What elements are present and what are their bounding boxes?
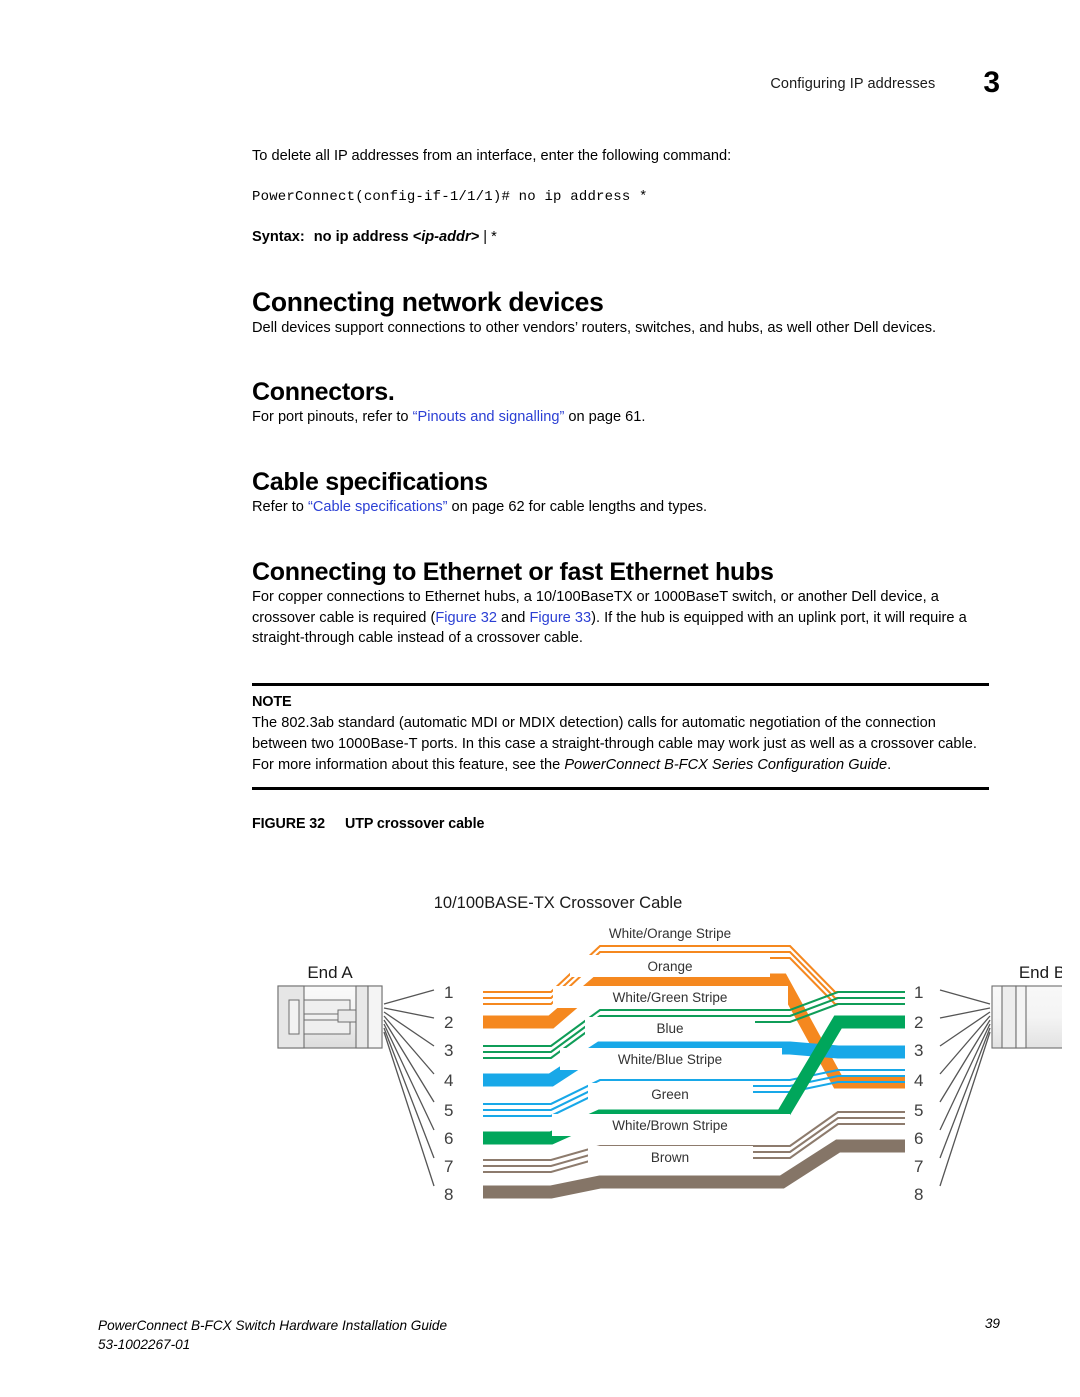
paragraph-connecting-to-hubs: For copper connections to Ethernet hubs,… [252,587,989,649]
pin-right-5: 5 [914,1101,923,1120]
syntax-tail: | * [483,228,497,245]
link-pinouts-and-signalling[interactable]: “Pinouts and signalling” [413,409,565,425]
wire-label-5: Green [651,1087,689,1102]
figure-caption: FIGURE 32 UTP crossover cable [252,816,989,832]
end-a-label: End A [307,963,353,982]
pin-right-7: 7 [914,1157,923,1176]
wire-label-1: Orange [647,959,692,974]
figure-caption-number: FIGURE 32 [252,815,325,832]
heading-connecting-to-ethernet-hubs: Connecting to Ethernet or fast Ethernet … [252,557,774,586]
note-text-2: . [887,757,892,774]
connector-end-a: End A [277,963,383,1049]
page-right-mask [1062,924,1080,1214]
note-box: NOTE The 802.3ab standard (automatic MDI… [252,683,989,790]
pin-left-1: 1 [444,983,453,1002]
diagram-title: 10/100BASE-TX Crossover Cable [433,894,683,912]
running-header-title: Configuring IP addresses [770,76,936,92]
pin-right-3: 3 [914,1041,923,1060]
wire-label-6: White/Brown Stripe [612,1118,728,1133]
chapter-number: 3 [983,66,1000,99]
wire-label-0: White/Orange Stripe [609,926,731,941]
footer-guide-title: PowerConnect B-FCX Switch Hardware Insta… [98,1317,448,1333]
footer-doc-number: 53-1002267-01 [98,1337,191,1353]
heading-cable-specifications: Cable specifications [252,468,488,497]
pin-left-6: 6 [444,1129,453,1148]
running-header: Configuring IP addresses 3 [250,64,1000,98]
syntax-command: no ip address [313,228,409,245]
cli-command-sample: PowerConnect(config-if-1/1/1)# no ip add… [252,188,648,205]
pin-left-3: 3 [444,1041,453,1060]
fanout-lines-left [383,989,435,1187]
footer-page-number: 39 [984,1315,1000,1331]
wire-label-3: Blue [656,1021,683,1036]
connectors-text-pre: For port pinouts, refer to [252,409,413,426]
pin-right-6: 6 [914,1129,923,1148]
pin-right-1: 1 [914,983,923,1002]
wire-label-2: White/Green Stripe [613,990,728,1005]
pin-numbers-right: 1 2 3 4 5 6 7 8 [914,983,923,1204]
pin-left-8: 8 [444,1185,453,1204]
pin-right-4: 4 [914,1071,923,1090]
paragraph-connecting-network-devices: Dell devices support connections to othe… [252,319,937,336]
link-figure-33[interactable]: Figure 33 [529,610,591,626]
heading-connecting-network-devices: Connecting network devices [252,286,604,317]
pin-right-8: 8 [914,1185,923,1204]
figure-caption-title: UTP crossover cable [345,815,485,832]
note-label: NOTE [252,694,292,711]
link-cable-specifications[interactable]: “Cable specifications” [308,499,448,515]
figure-utp-crossover-cable: 10/100BASE-TX Crossover Cable White/Oran… [0,884,1080,1214]
syntax-parameter: <ip-addr> [412,228,480,245]
paragraph-connectors: For port pinouts, refer to “Pinouts and … [252,407,989,428]
pin-left-5: 5 [444,1101,453,1120]
pin-left-7: 7 [444,1157,453,1176]
note-italic-title: PowerConnect B-FCX Series Configuration … [564,757,888,774]
crossover-cable-diagram: White/Orange Stripe Orange White/Green S… [277,924,1080,1214]
document-page: Configuring IP addresses 3 To delete all… [0,0,1080,1397]
connectors-text-post: on page 61. [564,409,646,426]
pin-right-2: 2 [914,1013,923,1032]
page-footer: PowerConnect B-FCX Switch Hardware Insta… [98,1316,1000,1355]
note-body: The 802.3ab standard (automatic MDI or M… [252,713,989,776]
cablespec-text-pre: Refer to [252,499,308,516]
wire-label-4: White/Blue Stripe [618,1052,722,1067]
pin-numbers-left: 1 2 3 4 5 6 7 8 [444,983,453,1204]
link-figure-32[interactable]: Figure 32 [435,610,497,626]
end-b-label: End B [1019,963,1065,982]
wire-label-7: Brown [651,1150,689,1165]
content-column: To delete all IP addresses from an inter… [252,146,989,832]
heading-connectors: Connectors. [252,378,395,407]
pin-left-2: 2 [444,1013,453,1032]
syntax-label: Syntax: [252,228,305,245]
footer-left: PowerConnect B-FCX Switch Hardware Insta… [98,1316,447,1355]
fanout-lines-right [939,989,991,1187]
intro-lead-paragraph: To delete all IP addresses from an inter… [252,148,732,164]
diagram-title-row: 10/100BASE-TX Crossover Cable [0,894,1080,913]
hubs-text-2: and [496,609,530,626]
paragraph-cable-specifications: Refer to “Cable specifications” on page … [252,497,989,518]
syntax-line: Syntax: no ip address <ip-addr> | * [252,229,989,245]
pin-left-4: 4 [444,1071,453,1090]
cablespec-text-post: on page 62 for cable lengths and types. [447,499,708,516]
